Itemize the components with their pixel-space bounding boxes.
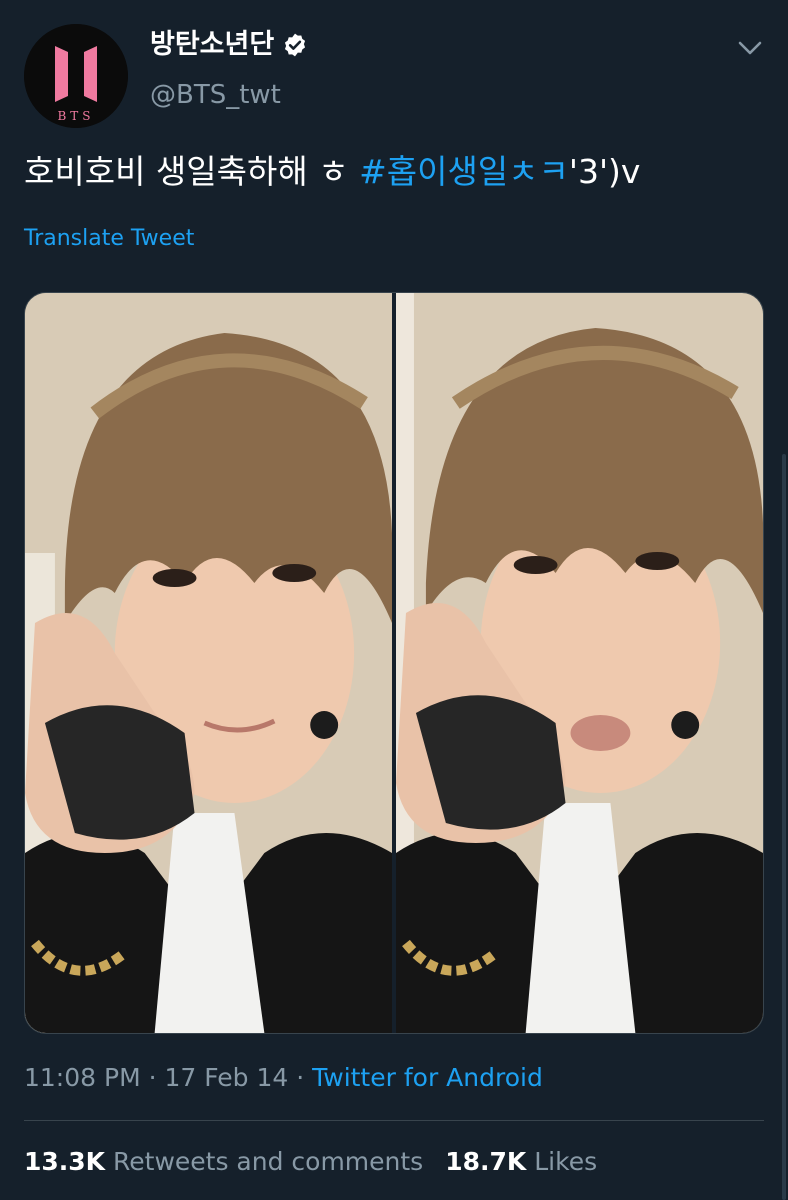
likes-count: 18.7K: [445, 1147, 527, 1176]
display-name-row[interactable]: 방탄소년단: [150, 28, 308, 62]
retweets-label: Retweets and comments: [113, 1147, 424, 1176]
scrollbar[interactable]: [782, 454, 786, 1200]
bts-logo: BTS: [24, 24, 128, 128]
selfie-image: [396, 293, 763, 1033]
display-name[interactable]: 방탄소년단: [150, 28, 274, 62]
tweet-date: 17 Feb 14: [164, 1063, 289, 1092]
tweet-photo-2[interactable]: [396, 293, 763, 1033]
media-grid: [24, 292, 764, 1034]
user-handle[interactable]: @BTS_twt: [150, 78, 281, 112]
retweets-stat[interactable]: 13.3K Retweets and comments: [24, 1147, 423, 1176]
selfie-image: [25, 293, 392, 1033]
tweet-source-link[interactable]: Twitter for Android: [312, 1063, 543, 1092]
tweet-text-main: 호비호비 생일축하해 ㅎ: [24, 152, 360, 191]
tweet-stats: 13.3K Retweets and comments 18.7K Likes: [24, 1144, 597, 1180]
divider: [24, 1120, 764, 1121]
likes-label: Likes: [534, 1147, 598, 1176]
avatar[interactable]: BTS: [24, 24, 128, 128]
meta-separator: ·: [288, 1063, 313, 1092]
tweet-time: 11:08 PM: [24, 1063, 141, 1092]
meta-separator: ·: [140, 1063, 165, 1092]
retweets-count: 13.3K: [24, 1147, 106, 1176]
hashtag-link[interactable]: #홉이생일ㅊㅋ: [359, 152, 569, 191]
chevron-down-icon[interactable]: [734, 32, 766, 64]
likes-stat[interactable]: 18.7K Likes: [445, 1147, 597, 1176]
tweet-text-tail: '3')v: [568, 152, 641, 191]
tweet-photo-1[interactable]: [25, 293, 392, 1033]
tweet-meta: 11:08 PM · 17 Feb 14 · Twitter for Andro…: [24, 1060, 543, 1096]
translate-tweet-link[interactable]: Translate Tweet: [24, 222, 194, 256]
avatar-logo-text: BTS: [57, 109, 94, 123]
verified-badge-icon: [282, 32, 308, 58]
tweet-text: 호비호비 생일축하해 ㅎ #홉이생일ㅊㅋ'3')v: [24, 148, 640, 196]
